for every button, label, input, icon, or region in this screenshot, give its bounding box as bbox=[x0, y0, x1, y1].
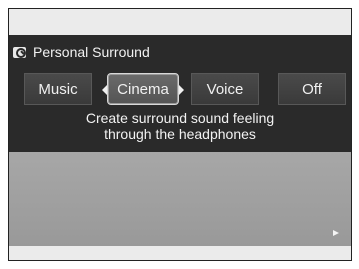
option-voice[interactable]: Voice bbox=[191, 73, 259, 105]
option-music[interactable]: Music bbox=[24, 73, 92, 105]
option-label: Off bbox=[302, 80, 322, 98]
option-description: Create surround sound feeling through th… bbox=[9, 110, 351, 142]
lower-area bbox=[9, 152, 351, 246]
description-line-1: Create surround sound feeling bbox=[85, 110, 275, 126]
option-label: Music bbox=[38, 80, 78, 98]
description-line-2: through the headphones bbox=[104, 126, 256, 142]
play-arrow-icon[interactable] bbox=[333, 230, 339, 236]
bottom-strip bbox=[9, 246, 351, 260]
panel-header: Personal Surround bbox=[13, 44, 150, 60]
panel-title: Personal Surround bbox=[33, 44, 150, 60]
personal-surround-panel: Personal Surround Music Cinema Voice Off… bbox=[9, 35, 351, 152]
option-off[interactable]: Off bbox=[278, 73, 346, 105]
option-label: Cinema bbox=[117, 80, 169, 98]
screen-frame: Personal Surround Music Cinema Voice Off… bbox=[8, 8, 352, 261]
option-cinema[interactable]: Cinema bbox=[102, 73, 184, 105]
surround-options: Music Cinema Voice Off bbox=[9, 73, 351, 105]
top-strip bbox=[9, 9, 351, 35]
option-label: Voice bbox=[206, 80, 244, 98]
surround-sound-icon bbox=[13, 46, 26, 58]
